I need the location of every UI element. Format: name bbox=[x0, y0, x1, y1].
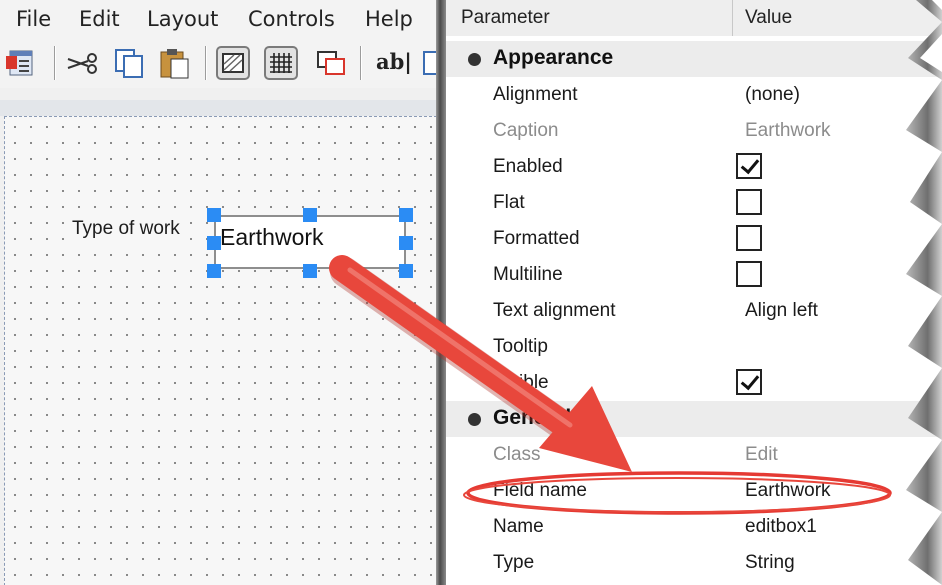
property-name: Enabled bbox=[493, 156, 563, 177]
property-row-visible[interactable]: Visible bbox=[446, 365, 942, 401]
multiline-checkbox[interactable] bbox=[736, 261, 762, 287]
property-value[interactable]: String bbox=[745, 552, 795, 574]
formatted-checkbox[interactable] bbox=[736, 225, 762, 251]
property-name: Text alignment bbox=[493, 300, 616, 321]
bullet-icon bbox=[468, 413, 481, 426]
form-canvas[interactable] bbox=[4, 116, 436, 585]
category-general[interactable]: General bbox=[446, 401, 942, 437]
copy-icon[interactable] bbox=[112, 46, 146, 80]
type-of-work-label[interactable]: Type of work bbox=[70, 218, 182, 240]
property-name: Formatted bbox=[493, 228, 580, 249]
resize-handle-w[interactable] bbox=[207, 236, 221, 250]
property-value[interactable]: Align left bbox=[745, 300, 818, 322]
menu-file[interactable]: File bbox=[16, 7, 51, 31]
text-tool-label: ab| bbox=[376, 49, 412, 74]
column-separator[interactable] bbox=[732, 0, 733, 36]
category-label: Appearance bbox=[493, 46, 614, 69]
property-row-class[interactable]: Class Edit bbox=[446, 437, 942, 473]
cut-icon[interactable] bbox=[66, 46, 100, 80]
layer-icon[interactable] bbox=[314, 46, 348, 80]
property-name: Alignment bbox=[493, 84, 578, 105]
property-value: Edit bbox=[745, 444, 778, 465]
menu-edit[interactable]: Edit bbox=[79, 7, 120, 31]
property-name: Tooltip bbox=[493, 336, 548, 357]
editbox-text: Earthwork bbox=[220, 224, 324, 250]
property-value[interactable]: editbox1 bbox=[745, 516, 817, 538]
category-label: General bbox=[493, 406, 572, 429]
property-row-alignment[interactable]: Alignment (none) bbox=[446, 77, 942, 113]
property-grid: Parameter Value Appearance Alignment (no… bbox=[446, 0, 942, 585]
visible-checkbox[interactable] bbox=[736, 369, 762, 395]
enabled-checkbox[interactable] bbox=[736, 153, 762, 179]
paste-icon[interactable] bbox=[158, 46, 192, 80]
toolbar-overflow-icon[interactable] bbox=[422, 46, 436, 80]
toolbar: ab| bbox=[0, 40, 436, 88]
resize-handle-se[interactable] bbox=[399, 264, 413, 278]
resize-handle-nw[interactable] bbox=[207, 208, 221, 222]
grid-dots-icon[interactable] bbox=[264, 46, 298, 80]
property-value[interactable]: (none) bbox=[745, 84, 800, 106]
parameter-column-header[interactable]: Parameter bbox=[461, 7, 550, 29]
property-row-text-alignment[interactable]: Text alignment Align left bbox=[446, 293, 942, 329]
property-value[interactable]: Earthwork bbox=[745, 480, 831, 502]
property-row-formatted[interactable]: Formatted bbox=[446, 221, 942, 257]
property-row-type[interactable]: Type String bbox=[446, 545, 942, 581]
resize-handle-e[interactable] bbox=[399, 236, 413, 250]
property-name: Class bbox=[493, 444, 541, 465]
property-name: Type bbox=[493, 552, 535, 573]
canvas-ruler bbox=[0, 100, 436, 116]
bullet-icon bbox=[468, 53, 481, 66]
property-row-multiline[interactable]: Multiline bbox=[446, 257, 942, 293]
property-name: Visible bbox=[493, 372, 549, 393]
text-tool-icon[interactable]: ab| bbox=[372, 46, 416, 80]
panel-divider[interactable] bbox=[436, 0, 446, 585]
property-name: Field name bbox=[493, 480, 587, 501]
property-name: Name bbox=[493, 516, 544, 537]
property-row-name[interactable]: Name editbox1 bbox=[446, 509, 942, 545]
resize-handle-n[interactable] bbox=[303, 208, 317, 222]
property-name: Caption bbox=[493, 120, 559, 141]
value-column-header[interactable]: Value bbox=[745, 7, 792, 29]
resize-handle-s[interactable] bbox=[303, 264, 317, 278]
form-icon[interactable] bbox=[4, 46, 38, 80]
property-grid-header: Parameter Value bbox=[446, 0, 942, 36]
menu-help[interactable]: Help bbox=[365, 7, 413, 31]
property-row-enabled[interactable]: Enabled bbox=[446, 149, 942, 185]
toolbar-separator bbox=[360, 46, 362, 80]
form-designer-panel: File Edit Layout Controls Help ab| Type … bbox=[0, 0, 436, 585]
property-row-flat[interactable]: Flat bbox=[446, 185, 942, 221]
menu-layout[interactable]: Layout bbox=[147, 7, 218, 31]
property-name: Multiline bbox=[493, 264, 563, 285]
property-row-tooltip[interactable]: Tooltip bbox=[446, 329, 942, 365]
category-appearance[interactable]: Appearance bbox=[446, 41, 942, 77]
resize-handle-ne[interactable] bbox=[399, 208, 413, 222]
flat-checkbox[interactable] bbox=[736, 189, 762, 215]
menu-controls[interactable]: Controls bbox=[248, 7, 335, 31]
property-row-field-name[interactable]: Field name Earthwork bbox=[446, 473, 942, 509]
resize-handle-sw[interactable] bbox=[207, 264, 221, 278]
property-name: Flat bbox=[493, 192, 525, 213]
earthwork-editbox[interactable]: Earthwork bbox=[214, 215, 406, 269]
property-value: Earthwork bbox=[745, 120, 831, 141]
toolbar-separator bbox=[54, 46, 56, 80]
torn-edge-decoration bbox=[906, 0, 942, 585]
grid-fill-icon[interactable] bbox=[216, 46, 250, 80]
toolbar-separator bbox=[205, 46, 207, 80]
property-row-caption[interactable]: Caption Earthwork bbox=[446, 113, 942, 149]
menu-bar: File Edit Layout Controls Help bbox=[0, 0, 436, 40]
